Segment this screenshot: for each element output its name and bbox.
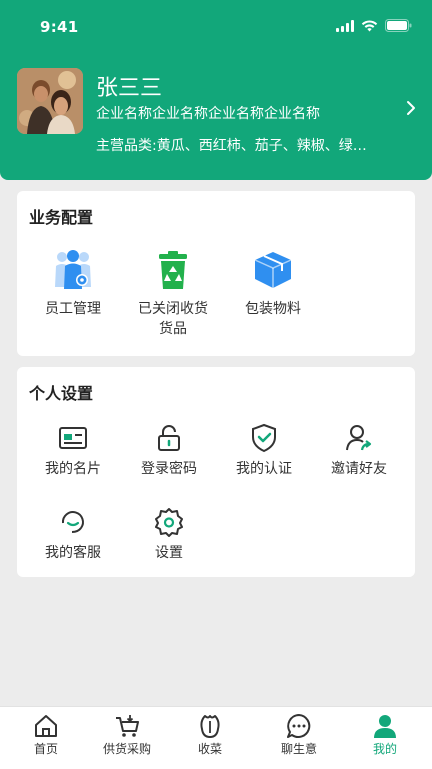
- package-box-icon: [254, 252, 292, 288]
- personal-settings-title: 个人设置: [29, 384, 94, 403]
- wifi-icon: [361, 20, 378, 32]
- employee-management-item[interactable]: 员工管理: [25, 249, 121, 319]
- verification-item[interactable]: 我的认证: [216, 423, 312, 479]
- profile-header: 9:41 张三三 企业名称企业名称企业名称企业名称 主营品类:黄瓜、西红柿、茄子…: [0, 0, 432, 180]
- company-name: 企业名称企业名称企业名称企业名称: [96, 106, 320, 122]
- customer-service-item[interactable]: 我的客服: [25, 507, 121, 563]
- id-card-icon: [59, 427, 87, 449]
- avatar[interactable]: [17, 68, 83, 134]
- status-icons: [336, 19, 412, 32]
- tab-supply-purchase[interactable]: 供货采购: [84, 707, 170, 769]
- status-bar: 9:41: [0, 0, 432, 54]
- lock-icon: [158, 425, 180, 451]
- status-time: 9:41: [40, 18, 79, 36]
- user-name: 张三三: [96, 76, 163, 101]
- tab-home-label: 首页: [33, 742, 58, 756]
- chevron-right-icon[interactable]: [406, 100, 416, 116]
- profile-icon: [374, 715, 396, 738]
- packaging-material-item[interactable]: 包装物料: [225, 249, 321, 319]
- invite-friends-label: 邀请好友: [331, 461, 387, 477]
- user-invite-icon: [346, 425, 372, 451]
- tab-supply-purchase-label: 供货采购: [102, 742, 151, 756]
- main-products: 主营品类:黄瓜、西红柿、茄子、辣椒、绿…: [96, 138, 367, 154]
- packaging-material-label: 包装物料: [245, 301, 301, 317]
- personal-settings-card: 个人设置 我的名片 登录密码 我的认证 邀请好友 我的客服 设置: [17, 367, 415, 577]
- headset-icon: [61, 511, 84, 533]
- chat-icon: [287, 714, 311, 738]
- vegetable-icon: [200, 715, 220, 738]
- business-card-label: 我的名片: [45, 461, 101, 477]
- bottom-tab-bar: 首页 供货采购 收菜 聊生意 我的: [0, 706, 432, 769]
- business-config-card: 业务配置 员工管理 已关闭收货货品 包装物料: [17, 191, 415, 356]
- shield-check-icon: [252, 423, 276, 453]
- gear-icon: [155, 508, 183, 537]
- settings-item[interactable]: 设置: [121, 507, 217, 563]
- invite-friends-item[interactable]: 邀请好友: [311, 423, 407, 479]
- employee-icon: [55, 250, 91, 289]
- verification-label: 我的认证: [236, 461, 292, 477]
- tab-chat-business-label: 聊生意: [280, 742, 317, 756]
- tab-home[interactable]: 首页: [3, 707, 89, 769]
- tab-mine[interactable]: 我的: [342, 707, 428, 769]
- home-icon: [35, 715, 57, 737]
- tab-harvest-label: 收菜: [197, 742, 222, 756]
- business-card-item[interactable]: 我的名片: [25, 423, 121, 479]
- cart-icon: [116, 715, 139, 737]
- signal-icon: [336, 19, 354, 32]
- customer-service-label: 我的客服: [45, 545, 101, 561]
- recycle-bin-icon: [159, 251, 187, 289]
- login-password-label: 登录密码: [141, 461, 197, 477]
- business-config-title: 业务配置: [29, 208, 94, 227]
- tab-mine-label: 我的: [372, 742, 397, 756]
- employee-management-label: 员工管理: [45, 301, 101, 317]
- settings-label: 设置: [155, 545, 183, 561]
- closed-goods-label: 已关闭收货货品: [138, 301, 208, 337]
- tab-harvest[interactable]: 收菜: [167, 707, 253, 769]
- closed-goods-item[interactable]: 已关闭收货货品: [121, 249, 225, 339]
- tab-chat-business[interactable]: 聊生意: [256, 707, 342, 769]
- battery-icon: [385, 19, 412, 32]
- login-password-item[interactable]: 登录密码: [121, 423, 217, 479]
